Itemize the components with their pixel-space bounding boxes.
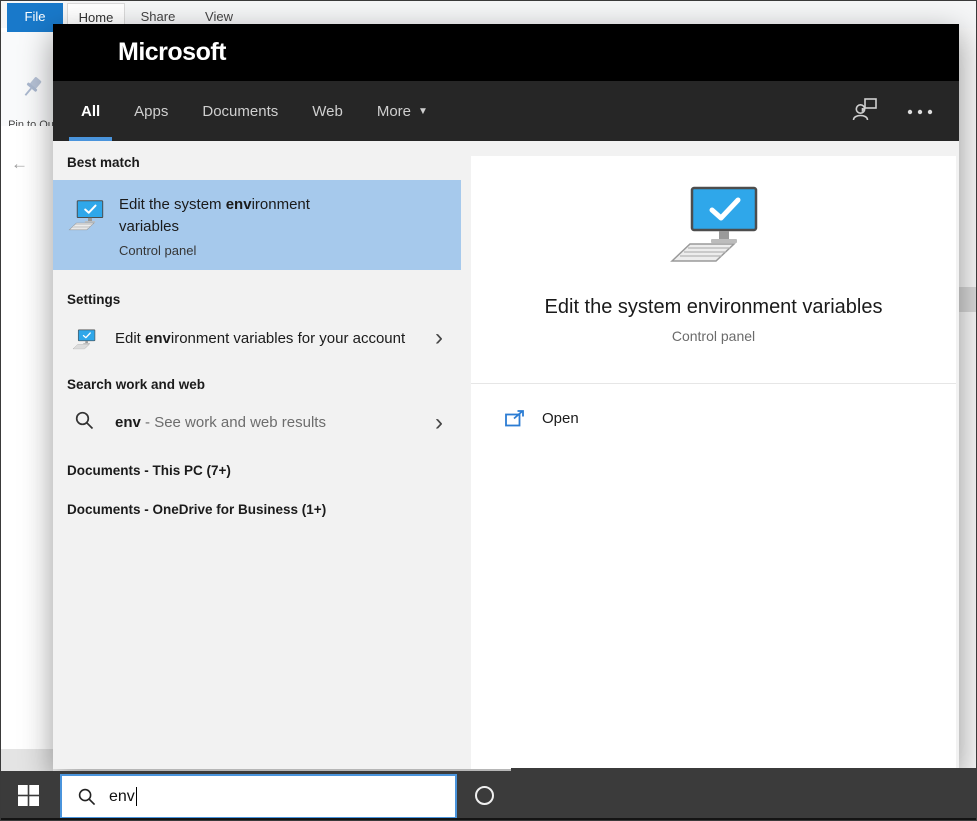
- taskbar: env: [1, 771, 977, 821]
- tab-web[interactable]: Web: [312, 81, 343, 141]
- more-label: More: [377, 103, 411, 120]
- settings-result[interactable]: Edit environment variables for your acco…: [53, 317, 461, 359]
- best-match-subtitle: Control panel: [119, 243, 344, 258]
- best-match-result[interactable]: Edit the system environment variables Co…: [53, 180, 461, 270]
- back-arrow-icon[interactable]: ←: [11, 154, 28, 174]
- cortana-ring-icon: [475, 786, 494, 805]
- explorer-selected-band: [958, 287, 977, 312]
- tab-all-label: All: [81, 103, 100, 120]
- label-pre: Edit: [115, 330, 145, 347]
- open-external-icon: [505, 410, 526, 427]
- tab-documents[interactable]: Documents: [202, 81, 278, 141]
- open-action[interactable]: Open: [471, 384, 956, 427]
- chevron-right-icon[interactable]: ›: [435, 328, 443, 348]
- windows-logo-icon: [18, 785, 39, 806]
- microsoft-header: Microsoft: [53, 24, 959, 81]
- windows-desktop: File Home Share View Pin to Qu access ←: [0, 0, 977, 821]
- tab-apps-label: Apps: [134, 103, 168, 120]
- best-match-header: Best match: [53, 141, 461, 180]
- web-search-result[interactable]: env - See work and web results ›: [53, 402, 461, 443]
- chevron-right-icon[interactable]: ›: [435, 413, 443, 433]
- ellipsis-icon[interactable]: [907, 102, 933, 120]
- account-env-vars-icon: [69, 326, 99, 350]
- screen-bottom-edge: [1, 818, 977, 820]
- tab-documents-label: Documents: [202, 103, 278, 120]
- open-label: Open: [542, 410, 579, 427]
- system-properties-large-icon: [471, 156, 956, 264]
- web-search-label: env - See work and web results: [115, 411, 415, 434]
- search-icon: [69, 411, 99, 430]
- preview-subtitle: Control panel: [471, 328, 956, 344]
- label-post: ironment variables for your account: [171, 330, 405, 347]
- system-properties-icon: [53, 180, 119, 270]
- tab-web-label: Web: [312, 103, 343, 120]
- tab-apps[interactable]: Apps: [134, 81, 168, 141]
- tab-all[interactable]: All: [81, 81, 100, 141]
- chevron-down-icon: ▼: [418, 106, 428, 117]
- feedback-person-icon[interactable]: [852, 96, 879, 127]
- web-hint: - See work and web results: [141, 414, 326, 431]
- documents-onedrive-group[interactable]: Documents - OneDrive for Business (1+): [53, 490, 461, 529]
- result-preview-pane: Edit the system environment variables Co…: [461, 141, 959, 769]
- title-pre: Edit the system: [119, 196, 226, 213]
- explorer-right-edge: [957, 28, 976, 771]
- label-query: env: [145, 330, 171, 347]
- start-button[interactable]: [1, 771, 55, 819]
- explorer-ribbon-body: Pin to Qu access: [1, 32, 53, 126]
- cortana-button[interactable]: [457, 771, 511, 819]
- search-results-list: Best match Edit the system environment v…: [53, 141, 461, 769]
- text-caret: [136, 787, 137, 806]
- selected-row-highlight: [1, 749, 53, 771]
- search-icon: [78, 788, 96, 806]
- web-query: env: [115, 414, 141, 431]
- brand-title: Microsoft: [118, 38, 226, 67]
- taskbar-right-area: [511, 768, 977, 821]
- best-match-title: Edit the system environment variables: [119, 194, 344, 238]
- documents-this-pc-group[interactable]: Documents - This PC (7+): [53, 451, 461, 490]
- pushpin-icon: [23, 76, 43, 105]
- start-search-flyout: Microsoft All Apps Documents Web More ▼: [53, 24, 959, 769]
- preview-title: Edit the system environment variables: [471, 296, 956, 319]
- settings-header: Settings: [53, 270, 461, 317]
- taskbar-search-box[interactable]: env: [60, 774, 457, 819]
- more-dropdown[interactable]: More ▼: [377, 81, 428, 141]
- title-query: env: [226, 196, 252, 213]
- search-web-header: Search work and web: [53, 359, 461, 402]
- settings-result-label: Edit environment variables for your acco…: [115, 327, 415, 350]
- search-input-value: env: [109, 788, 135, 806]
- microsoft-logo-icon: [80, 39, 108, 67]
- explorer-file-list: ←: [1, 126, 53, 771]
- preview-card: Edit the system environment variables Co…: [471, 156, 956, 769]
- search-filter-tabs: All Apps Documents Web More ▼: [53, 81, 959, 141]
